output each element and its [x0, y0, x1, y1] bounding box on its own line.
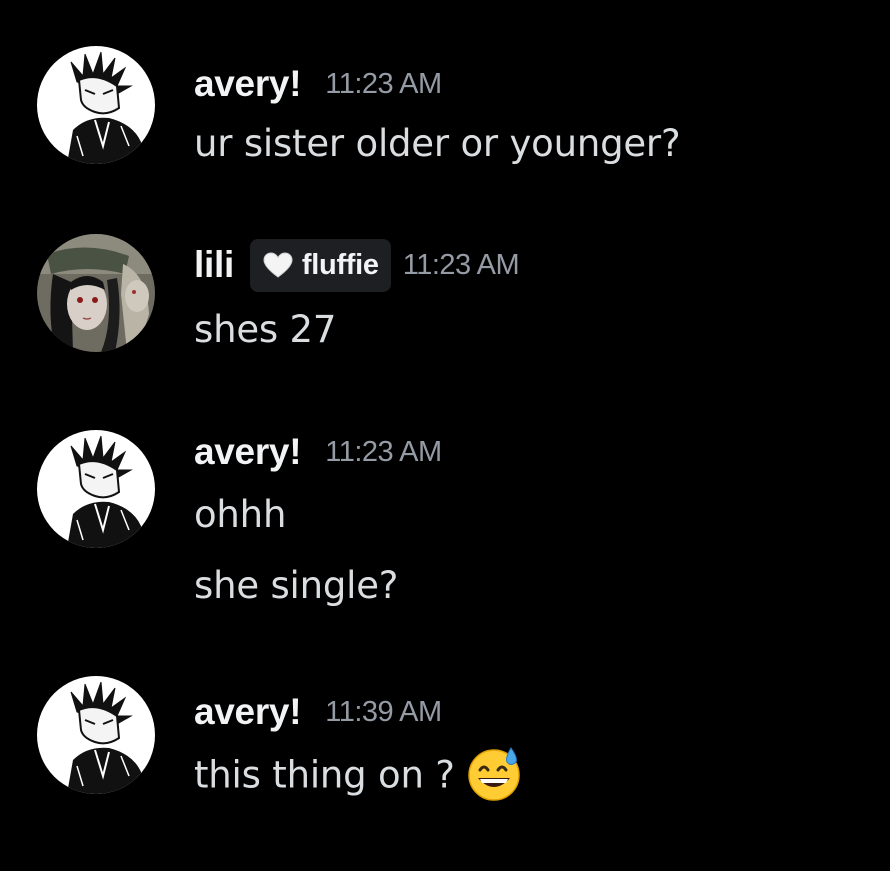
server-tag[interactable]: fluffie — [249, 238, 391, 292]
server-tag-label: fluffie — [301, 248, 379, 281]
timestamp: 11:23 AM — [325, 67, 442, 100]
message-text: this thing on ? — [194, 747, 523, 806]
message-text: shes 27 — [194, 308, 337, 351]
message-text: she single? — [194, 564, 399, 607]
message-text-content: this thing on ? — [194, 753, 455, 797]
author-name[interactable]: lili — [194, 244, 234, 286]
author-name[interactable]: avery! — [194, 63, 302, 105]
timestamp: 11:39 AM — [325, 695, 442, 728]
anime-character-avatar-icon[interactable] — [37, 676, 155, 794]
message-text: ur sister older or younger? — [194, 122, 681, 165]
author-name[interactable]: avery! — [194, 431, 302, 473]
chat-log: avery! 11:23 AM ur sister older or young… — [0, 0, 890, 871]
timestamp: 11:23 AM — [402, 248, 520, 281]
anime-character-avatar-icon[interactable] — [37, 430, 155, 548]
timestamp: 11:23 AM — [325, 435, 442, 468]
anime-girl-avatar-icon[interactable] — [37, 234, 155, 352]
white-heart-icon — [263, 252, 293, 278]
grinning-face-with-sweat-emoji[interactable] — [465, 744, 523, 802]
anime-character-avatar-icon[interactable] — [37, 46, 155, 164]
author-name[interactable]: avery! — [194, 691, 302, 733]
message-text: ohhh — [194, 493, 287, 536]
